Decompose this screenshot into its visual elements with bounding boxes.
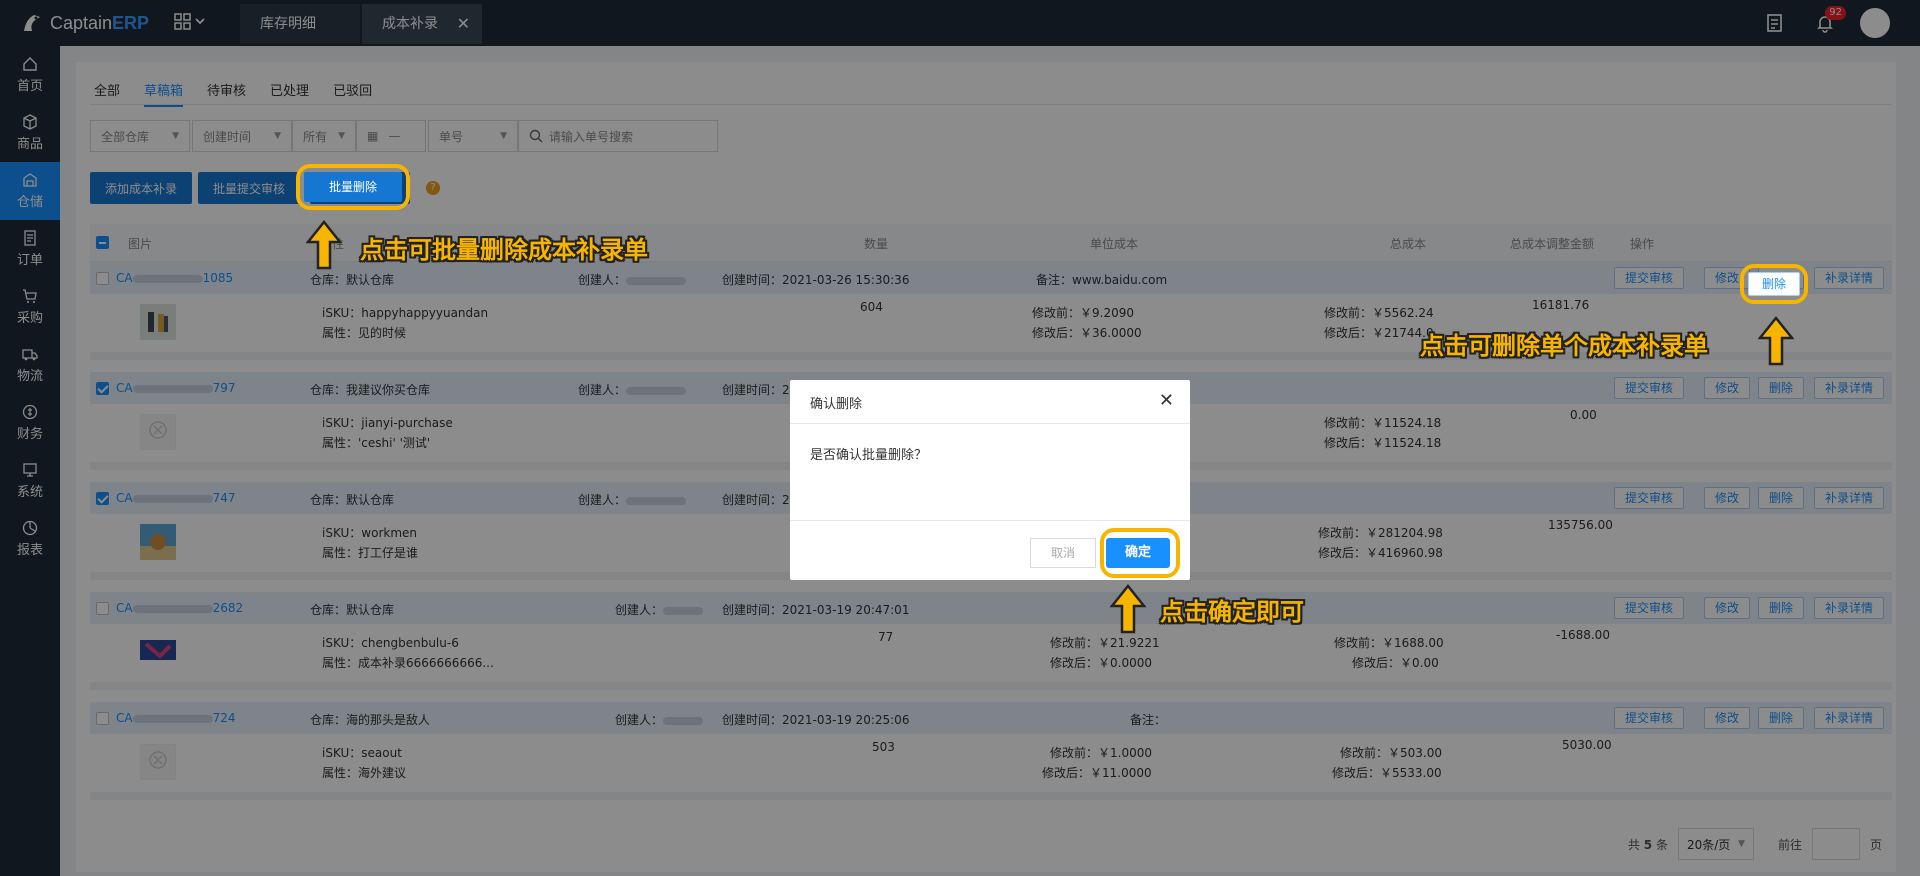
callout-confirm: 点击确定即可	[1160, 598, 1304, 626]
up-arrow-icon	[1758, 316, 1794, 366]
batch-delete-button-highlighted[interactable]: 批量删除	[304, 172, 402, 202]
close-icon[interactable]: ✕	[1159, 390, 1174, 411]
callout-batch-delete: 点击可批量删除成本补录单	[360, 236, 648, 264]
up-arrow-icon	[306, 220, 342, 270]
callout-single-delete: 点击可删除单个成本补录单	[1420, 332, 1708, 360]
row-delete-button-highlighted[interactable]: 删除	[1748, 272, 1800, 296]
cancel-button[interactable]: 取消	[1030, 538, 1096, 568]
highlight-confirm	[1100, 528, 1180, 578]
dialog-divider	[790, 520, 1190, 521]
up-arrow-icon	[1110, 584, 1146, 634]
dialog-message: 是否确认批量删除？	[810, 448, 928, 463]
dialog-title: 确认删除	[790, 380, 1190, 424]
